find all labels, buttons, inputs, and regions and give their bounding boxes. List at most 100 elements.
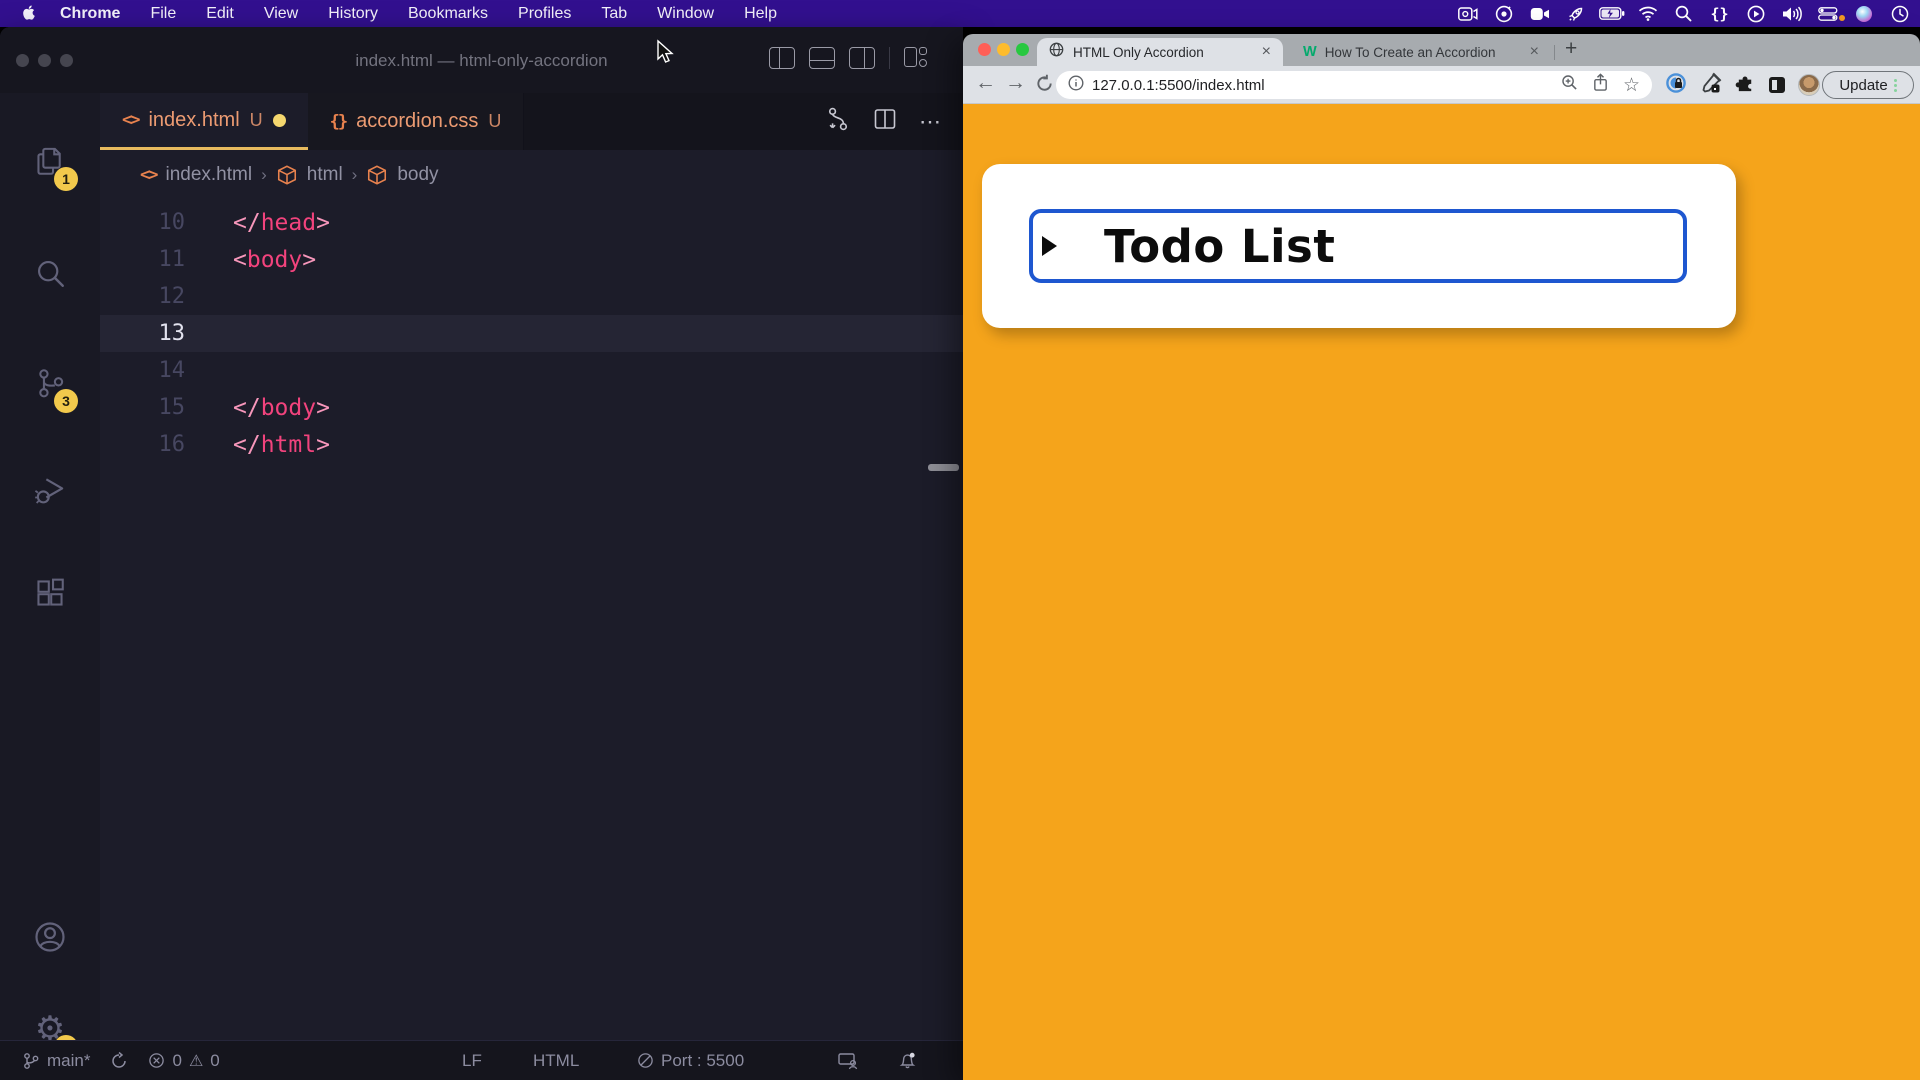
tab-accordion-css[interactable]: {} accordion.css U	[308, 93, 525, 150]
tab-title: How To Create an Accordion	[1325, 45, 1522, 60]
menu-view[interactable]: View	[249, 5, 313, 23]
menu-file[interactable]: File	[135, 5, 191, 23]
git-branch-item[interactable]: main*	[12, 1041, 100, 1080]
code-line-16[interactable]: 16</html>	[100, 426, 963, 463]
tab-close-icon[interactable]: ×	[1262, 44, 1271, 60]
back-button[interactable]: ←	[975, 71, 996, 95]
chrome-toolbar: ← → 127.0.0.1:5500/index.html ☆	[963, 66, 1920, 104]
vscode-activity-bar: 1 3 ⚙ 1	[0, 93, 100, 1040]
code-editor[interactable]: 10</head>11<body>12131415</body>16</html…	[100, 204, 963, 1040]
site-info-icon[interactable]	[1068, 75, 1084, 96]
customize-layout-icon[interactable]	[904, 47, 928, 69]
breadcrumb: <> index.html › html › body	[100, 150, 963, 200]
reload-button[interactable]	[1035, 74, 1054, 99]
macos-menu-bar: ChromeFileEditViewHistoryBookmarksProfil…	[0, 0, 1920, 27]
menu-chrome[interactable]: Chrome	[45, 5, 135, 23]
rocket-icon[interactable]	[1565, 3, 1586, 24]
breadcrumb-file[interactable]: index.html	[165, 164, 252, 186]
sidebar-item-extensions[interactable]	[0, 555, 100, 631]
chevron-right-icon: ›	[261, 165, 267, 185]
sidebar-item-search[interactable]	[0, 235, 100, 311]
notifications-bell-icon[interactable]	[898, 1041, 917, 1080]
clock-icon[interactable]	[1889, 3, 1910, 24]
sidebar-item-run-debug[interactable]	[0, 451, 100, 527]
sidebar-item-explorer[interactable]: 1	[0, 123, 100, 199]
new-tab-button[interactable]: +	[1565, 37, 1577, 61]
privacy-extension-icon[interactable]	[1665, 72, 1687, 99]
search-icon[interactable]	[1673, 3, 1694, 24]
vscode-title-bar[interactable]: index.html — html-only-accordion	[0, 27, 963, 93]
video-camera-icon[interactable]	[1529, 3, 1550, 24]
code-line-14[interactable]: 14	[100, 352, 963, 389]
tab-title: HTML Only Accordion	[1073, 45, 1253, 60]
browser-tab-active[interactable]: HTML Only Accordion ×	[1037, 38, 1283, 66]
explorer-badge: 1	[54, 167, 78, 191]
code-line-11[interactable]: 11<body>	[100, 241, 963, 278]
record-circle-icon[interactable]	[1493, 3, 1514, 24]
window-close-button[interactable]	[978, 43, 991, 56]
todo-accordion-summary[interactable]: Todo List	[1029, 209, 1687, 283]
sidebar-item-accounts[interactable]	[0, 899, 100, 975]
menu-profiles[interactable]: Profiles	[503, 5, 586, 23]
control-center-icon[interactable]	[1817, 3, 1838, 24]
menu-bookmarks[interactable]: Bookmarks	[393, 5, 503, 23]
line-number: 15	[100, 395, 185, 420]
language-mode[interactable]: HTML	[533, 1041, 579, 1080]
screen-record-icon[interactable]	[1457, 3, 1478, 24]
live-share-icon[interactable]	[838, 1041, 858, 1080]
menu-edit[interactable]: Edit	[191, 5, 249, 23]
code-line-10[interactable]: 10</head>	[100, 204, 963, 241]
menu-window[interactable]: Window	[642, 5, 729, 23]
eol-indicator[interactable]: LF	[462, 1041, 482, 1080]
menu-tab[interactable]: Tab	[586, 5, 642, 23]
code-line-15[interactable]: 15</body>	[100, 389, 963, 426]
wifi-icon[interactable]	[1637, 3, 1658, 24]
play-circle-icon[interactable]	[1745, 3, 1766, 24]
tab-close-icon[interactable]: ×	[1530, 44, 1539, 60]
bookmark-star-icon[interactable]: ☆	[1623, 74, 1640, 97]
code-line-12[interactable]: 12	[100, 278, 963, 315]
braces-icon[interactable]: {}	[1709, 3, 1730, 24]
sync-changes-item[interactable]	[100, 1041, 138, 1080]
warning-icon: ⚠	[189, 1051, 203, 1071]
accordion-title: Todo List	[1104, 220, 1335, 273]
unsaved-dot-icon[interactable]	[273, 114, 286, 127]
toggle-secondary-sidebar-icon[interactable]	[849, 47, 875, 69]
volume-icon[interactable]	[1781, 3, 1802, 24]
menu-help[interactable]: Help	[729, 5, 792, 23]
code-line-13[interactable]: 13	[100, 315, 963, 352]
open-changes-icon[interactable]	[825, 106, 851, 137]
profile-avatar[interactable]	[1798, 74, 1820, 96]
breadcrumb-node[interactable]: body	[397, 164, 438, 186]
split-editor-icon[interactable]	[873, 107, 897, 136]
url-text[interactable]: 127.0.0.1:5500/index.html	[1092, 77, 1561, 94]
zoom-icon[interactable]	[1561, 74, 1578, 96]
browser-tab-inactive[interactable]: W How To Create an Accordion ×	[1293, 38, 1549, 66]
toggle-primary-sidebar-icon[interactable]	[769, 47, 795, 69]
address-bar[interactable]: 127.0.0.1:5500/index.html ☆	[1056, 71, 1652, 99]
sidebar-item-source-control[interactable]: 3	[0, 345, 100, 421]
update-chrome-button[interactable]: Update	[1822, 71, 1914, 99]
share-icon[interactable]	[1592, 73, 1609, 97]
warning-count: 0	[210, 1051, 219, 1071]
battery-icon[interactable]	[1601, 3, 1622, 24]
toggle-panel-icon[interactable]	[809, 47, 835, 69]
live-server-port[interactable]: Port : 5500	[637, 1041, 744, 1080]
eyedropper-extension-icon[interactable]	[1700, 72, 1722, 99]
menubar-status-icons: {}	[1457, 0, 1910, 27]
problems-item[interactable]: 0 ⚠ 0	[138, 1041, 229, 1080]
divider	[889, 47, 890, 69]
vscode-window: index.html — html-only-accordion 1 3	[0, 27, 963, 1080]
dark-mode-extension-icon[interactable]	[1769, 77, 1785, 93]
more-actions-icon[interactable]: ⋯	[919, 109, 943, 135]
window-minimize-button[interactable]	[997, 43, 1010, 56]
apple-logo-icon[interactable]	[22, 5, 37, 22]
extensions-puzzle-icon[interactable]	[1735, 72, 1756, 98]
breadcrumb-node[interactable]: html	[307, 164, 343, 186]
scrollbar-thumb[interactable]	[928, 464, 959, 471]
window-zoom-button[interactable]	[1016, 43, 1029, 56]
siri-icon[interactable]	[1853, 3, 1874, 24]
forward-button[interactable]: →	[1005, 71, 1026, 95]
menu-history[interactable]: History	[313, 5, 393, 23]
tab-index-html[interactable]: <> index.html U	[100, 93, 308, 150]
